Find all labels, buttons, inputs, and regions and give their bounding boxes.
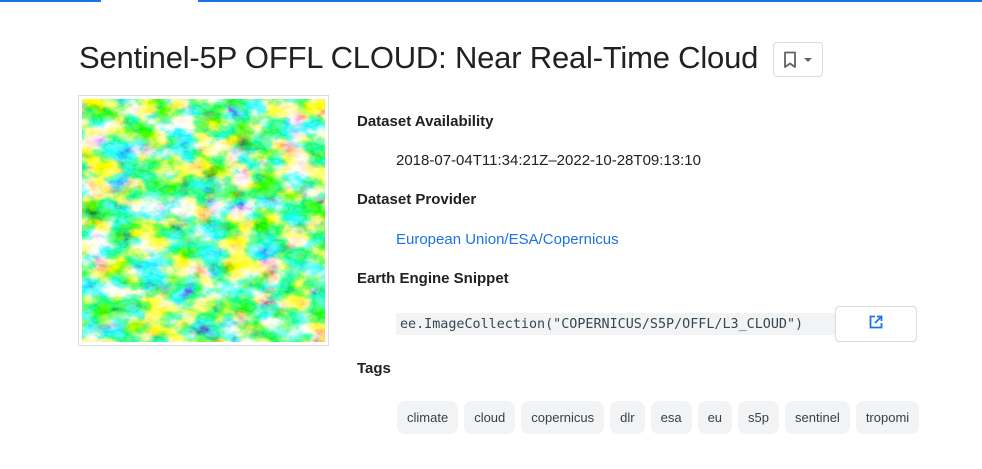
- tag-chip[interactable]: copernicus: [521, 401, 605, 434]
- tag-chip[interactable]: dlr: [610, 401, 645, 434]
- provider-link[interactable]: European Union/ESA/Copernicus: [396, 231, 619, 248]
- provider-label: Dataset Provider: [357, 191, 477, 208]
- tag-chip[interactable]: sentinel: [785, 401, 850, 434]
- dataset-thumbnail: [78, 95, 329, 346]
- arrow-drop-down-icon: [803, 57, 813, 63]
- page-title: Sentinel-5P OFFL CLOUD: Near Real-Time C…: [79, 40, 759, 75]
- active-tab-marker: [101, 0, 198, 3]
- bookmark-icon: [783, 51, 797, 69]
- tag-chip[interactable]: eu: [697, 401, 733, 434]
- availability-label: Dataset Availability: [357, 113, 494, 130]
- tag-chip[interactable]: cloud: [464, 401, 516, 434]
- cloud-map-image: [82, 99, 325, 342]
- open-in-new-icon: [869, 315, 883, 334]
- availability-value: 2018-07-04T11:34:21Z–2022-10-28T09:13:10: [396, 152, 701, 169]
- tag-chip[interactable]: s5p: [738, 401, 779, 434]
- snippet-code[interactable]: ee.ImageCollection("COPERNICUS/S5P/OFFL/…: [396, 313, 835, 335]
- bookmark-dropdown-button[interactable]: [773, 42, 823, 77]
- tag-chip[interactable]: tropomi: [855, 401, 920, 434]
- tag-chip[interactable]: climate: [397, 401, 459, 434]
- tag-chip[interactable]: esa: [650, 401, 692, 434]
- tag-list: climate cloud copernicus dlr esa eu s5p …: [397, 401, 920, 434]
- tags-label: Tags: [357, 360, 391, 377]
- snippet-label: Earth Engine Snippet: [357, 270, 509, 287]
- open-in-code-editor-button[interactable]: [835, 306, 917, 342]
